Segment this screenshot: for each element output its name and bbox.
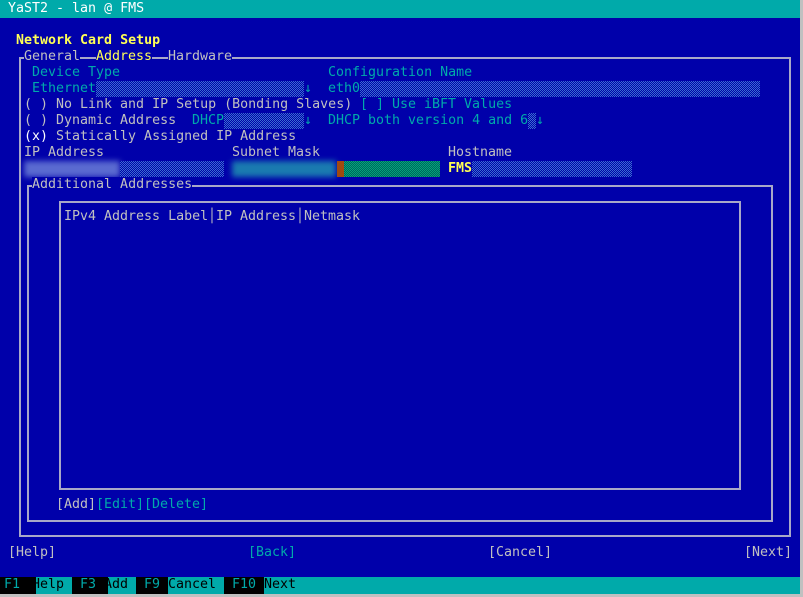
dhcp-mode-value: DHCP	[192, 113, 225, 128]
column-header: Netmask	[304, 209, 361, 224]
column-header: IPv4 Address Label	[64, 209, 209, 224]
window-title-bar: YaST2 - lan @ FMS	[0, 0, 800, 18]
fkey-label[interactable]: Next	[264, 577, 296, 593]
config-name-label: Configuration Name	[328, 65, 473, 80]
hostname-label: Hostname	[448, 145, 513, 160]
dialog-title: Network Card Setup	[16, 33, 161, 48]
window-title: YaST2 - lan @ FMS	[8, 1, 145, 16]
config-name-value: eth0	[328, 81, 361, 96]
tab-general[interactable]: General	[24, 49, 81, 65]
fkey-f9[interactable]: F9	[136, 577, 168, 594]
device-type-value: Ethernet	[32, 81, 97, 96]
delete-button[interactable]: [Delete]	[144, 497, 208, 513]
help-button[interactable]: [Help]	[8, 545, 56, 561]
radio-label: Statically Assigned IP Address	[56, 129, 297, 144]
function-key-bar: F1 Help F3 Add F9 Cancel F10 Next	[0, 577, 800, 594]
hostname-value: FMS	[448, 161, 473, 176]
fkey-label[interactable]: Add	[104, 577, 128, 593]
checkbox-label: Use iBFT Values	[392, 97, 513, 112]
fkey-f10[interactable]: F10	[224, 577, 264, 594]
checkbox-mark: [ ]	[360, 97, 385, 112]
fkey-label[interactable]: Help	[32, 577, 64, 593]
cancel-button[interactable]: [Cancel]	[488, 545, 552, 561]
column-separator: │	[296, 209, 305, 224]
radio-mark: ( )	[24, 113, 49, 128]
column-separator: │	[208, 209, 217, 224]
additional-addresses-title: Additional Addresses	[32, 177, 193, 193]
column-header: IP Address	[216, 209, 297, 224]
radio-mark: (x)	[24, 129, 49, 144]
radio-mark: ( )	[24, 97, 49, 112]
chevron-down-icon: ↓	[304, 113, 313, 128]
edit-button[interactable]: [Edit]	[96, 497, 144, 513]
tab-hardware[interactable]: Hardware	[168, 49, 233, 65]
radio-label: Dynamic Address	[56, 113, 177, 128]
radio-label: No Link and IP Setup (Bonding Slaves)	[56, 97, 353, 112]
fkey-f1[interactable]: F1	[0, 577, 36, 594]
next-button[interactable]: [Next]	[744, 545, 792, 561]
back-button[interactable]: [Back]	[248, 545, 296, 561]
chevron-down-icon: ↓	[536, 113, 545, 128]
addresses-table[interactable]	[59, 201, 741, 490]
ip-address-label: IP Address	[24, 145, 105, 160]
dhcp-version-value: DHCP both version 4 and 6	[328, 113, 529, 128]
fkey-label[interactable]: Cancel	[168, 577, 216, 593]
terminal-screen: YaST2 - lan @ FMS Network Card Setup Gen…	[0, 0, 803, 597]
device-type-label: Device Type	[32, 65, 121, 80]
subnet-mask-label: Subnet Mask	[232, 145, 321, 160]
fkey-f3[interactable]: F3	[72, 577, 108, 594]
chevron-down-icon: ↓	[304, 81, 313, 96]
tab-address[interactable]: Address	[96, 49, 153, 65]
add-button[interactable]: [Add]	[56, 497, 96, 513]
